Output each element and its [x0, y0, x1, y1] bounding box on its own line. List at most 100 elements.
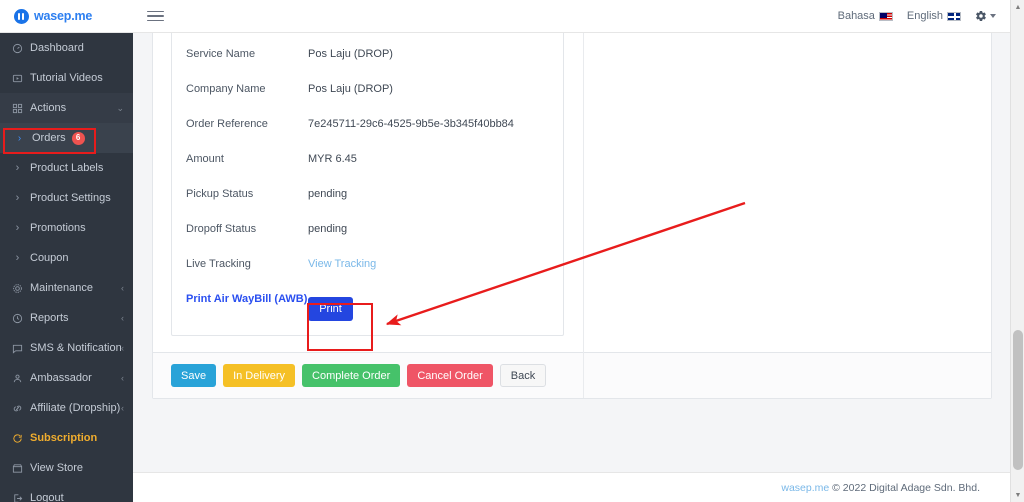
hamburger-bar: [147, 19, 164, 22]
cancel-order-button[interactable]: Cancel Order: [407, 364, 493, 387]
sidebar-item-label: Product Settings: [30, 192, 111, 204]
sidebar-item-coupon[interactable]: › Coupon: [0, 243, 133, 273]
detail-value: 7e245711-29c6-4525-9b5e-3b345f40bb84: [308, 118, 514, 130]
header-right-controls: Bahasa English: [838, 10, 1010, 22]
awb-value: Print: [308, 283, 353, 321]
sidebar-item-label: Subscription: [30, 432, 98, 444]
detail-value: Pos Laju (DROP): [308, 48, 393, 60]
chevron-left-icon: ‹: [121, 313, 124, 323]
detail-label: Amount: [186, 153, 224, 165]
clock-icon: [10, 313, 25, 324]
detail-label: Service Name: [186, 48, 256, 60]
detail-label: Order Reference: [186, 118, 268, 130]
scrollbar-thumb[interactable]: [1013, 330, 1023, 470]
chevron-down-icon: ⌄: [116, 102, 124, 113]
footer-copyright: © 2022 Digital Adage Sdn. Bhd.: [832, 481, 980, 494]
back-button[interactable]: Back: [499, 364, 547, 387]
sidebar-item-maintenance[interactable]: Maintenance ‹: [0, 273, 133, 303]
orders-badge: 6: [71, 131, 85, 145]
store-icon: [10, 463, 25, 474]
sidebar-item-label: SMS & Notification: [30, 342, 121, 354]
chevron-right-icon: ›: [15, 252, 20, 264]
in-delivery-button[interactable]: In Delivery: [223, 364, 296, 387]
language-english[interactable]: English: [907, 10, 961, 22]
speedometer-icon: [10, 43, 25, 54]
detail-label: Live Tracking: [186, 258, 251, 270]
chevron-left-icon: ‹: [121, 373, 124, 383]
grid-icon: [10, 103, 25, 114]
detail-row: Company Name Pos Laju (DROP): [172, 73, 563, 108]
sidebar-item-label: Maintenance: [30, 282, 93, 294]
sidebar-item-label: Orders: [32, 132, 66, 144]
scrollbar-down-arrow[interactable]: ▼: [1011, 488, 1024, 502]
top-header: wasep.me Bahasa English: [0, 0, 1010, 33]
save-button[interactable]: Save: [171, 364, 217, 387]
sidebar-item-subscription[interactable]: Subscription: [0, 423, 133, 453]
message-icon: [10, 343, 25, 354]
detail-row: Dropoff Status pending: [172, 213, 563, 248]
sidebar-item-label: View Store: [30, 462, 83, 474]
order-actions-footer: Save In Delivery Complete Order Cancel O…: [153, 352, 991, 398]
page-scrollbar[interactable]: ▲ ▼: [1010, 0, 1024, 502]
sidebar-item-label: Tutorial Videos: [30, 72, 103, 84]
language-bahasa-label: Bahasa: [837, 10, 875, 22]
detail-label: Company Name: [186, 83, 266, 95]
brand-logo[interactable]: wasep.me: [0, 0, 133, 33]
order-detail-card: Service Type NDD-DROP Service Name Pos L…: [152, 33, 992, 399]
sidebar-item-dashboard[interactable]: Dashboard: [0, 33, 133, 63]
wasep-logo-icon: [14, 8, 29, 24]
sidebar-item-label: Logout: [30, 492, 64, 502]
refresh-icon: [10, 433, 25, 444]
sidebar-item-reports[interactable]: Reports ‹: [0, 303, 133, 333]
scrollbar-up-arrow[interactable]: ▲: [1011, 0, 1024, 14]
detail-row-awb: Print Air WayBill (AWB) Print: [172, 283, 563, 321]
detail-value: pending: [308, 188, 348, 200]
sidebar-item-promotions[interactable]: › Promotions: [0, 213, 133, 243]
sidebar-item-tutorial-videos[interactable]: Tutorial Videos: [0, 63, 133, 93]
language-english-label: English: [906, 10, 943, 22]
awb-label: Print Air WayBill (AWB): [186, 293, 308, 305]
card-vertical-divider: [583, 33, 584, 398]
sidebar-item-label: Coupon: [30, 252, 69, 264]
detail-value: MYR 6.45: [308, 153, 357, 165]
complete-order-button[interactable]: Complete Order: [302, 364, 401, 387]
view-tracking-link[interactable]: View Tracking: [308, 248, 376, 270]
detail-value: pending: [308, 223, 348, 235]
settings-menu[interactable]: [975, 10, 996, 22]
print-button[interactable]: Print: [308, 297, 353, 321]
sidebar-item-actions[interactable]: Actions ⌄: [0, 93, 133, 123]
sidebar-item-product-settings[interactable]: › Product Settings: [0, 183, 133, 213]
chevron-right-icon: ›: [15, 192, 20, 204]
sidebar: Dashboard Tutorial Videos Actions ⌄ › Or…: [0, 33, 133, 502]
order-detail-fields: Service Type NDD-DROP Service Name Pos L…: [171, 33, 564, 336]
sidebar-item-logout[interactable]: Logout: [0, 483, 133, 502]
detail-label: Pickup Status: [186, 188, 254, 200]
sidebar-item-orders[interactable]: › Orders 6: [0, 123, 133, 153]
detail-value: Pos Laju (DROP): [308, 83, 393, 95]
sidebar-item-view-store[interactable]: View Store: [0, 453, 133, 483]
chevron-right-icon: ›: [15, 162, 20, 174]
sidebar-item-affiliate-dropship[interactable]: Affiliate (Dropship) ‹: [0, 393, 133, 423]
sidebar-item-label: Affiliate (Dropship): [30, 402, 121, 414]
sidebar-item-sms-notification[interactable]: SMS & Notification ‹: [0, 333, 133, 363]
user-icon: [10, 373, 25, 384]
main-content: Service Type NDD-DROP Service Name Pos L…: [133, 33, 1010, 502]
chevron-left-icon: ‹: [121, 403, 124, 413]
flag-malaysia-icon: [878, 11, 893, 21]
sidebar-item-ambassador[interactable]: Ambassador ‹: [0, 363, 133, 393]
sidebar-item-label: Actions: [30, 102, 67, 114]
chevron-right-icon: ›: [17, 132, 22, 144]
sidebar-item-label: Promotions: [30, 222, 86, 234]
footer-link[interactable]: wasep.me: [781, 482, 829, 494]
language-bahasa[interactable]: Bahasa: [838, 10, 893, 22]
sidebar-item-label: Dashboard: [30, 42, 84, 54]
chevron-left-icon: ‹: [121, 343, 124, 353]
video-icon: [10, 73, 25, 84]
sidebar-item-label: Reports: [30, 312, 69, 324]
order-detail-body: Service Type NDD-DROP Service Name Pos L…: [153, 33, 991, 352]
sidebar-item-label: Product Labels: [30, 162, 104, 174]
sidebar-item-product-labels[interactable]: › Product Labels: [0, 153, 133, 183]
hamburger-icon[interactable]: [147, 0, 167, 33]
logout-icon: [10, 493, 25, 502]
sidebar-item-label: Ambassador: [30, 372, 92, 384]
